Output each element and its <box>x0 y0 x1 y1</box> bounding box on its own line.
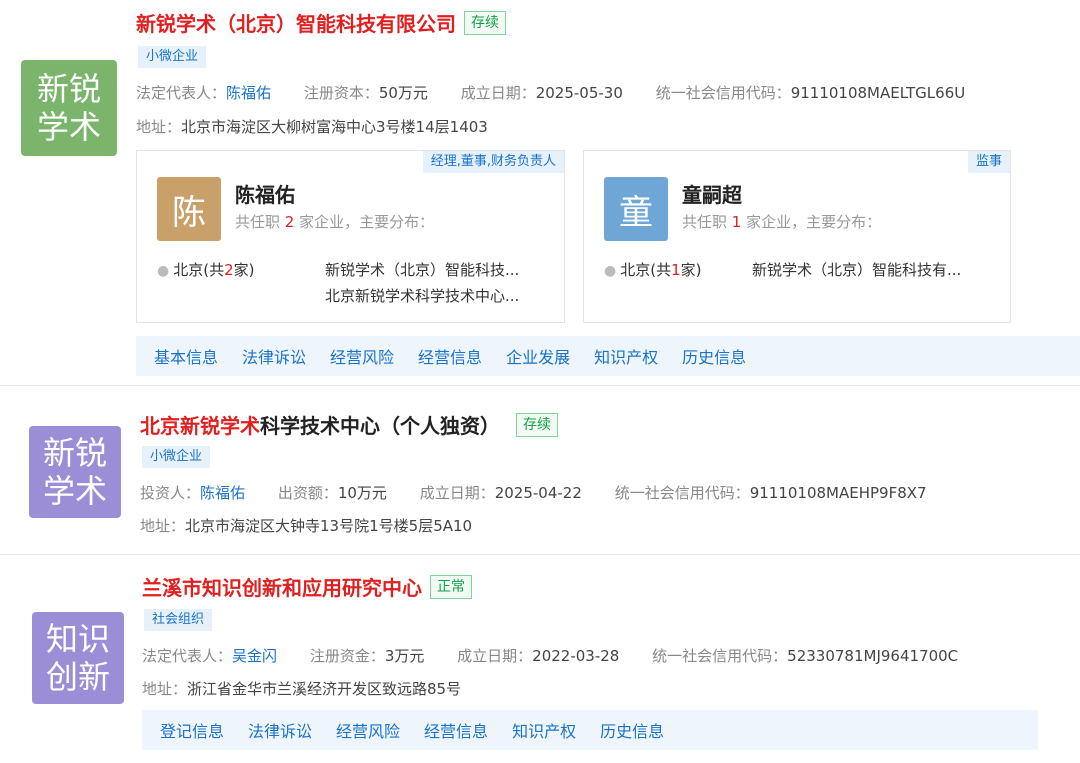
avatar: 陈 <box>157 177 221 241</box>
divider <box>0 554 1080 555</box>
tab-history[interactable]: 历史信息 <box>682 344 746 368</box>
person-count: 共任职 2 家企业，主要分布： <box>235 213 435 231</box>
legal-rep-link[interactable]: 吴金闪 <box>232 647 277 665</box>
company-tag: 小微企业 <box>138 46 207 68</box>
tab-basic-info[interactable]: 基本信息 <box>154 344 218 368</box>
avatar: 童 <box>604 177 668 241</box>
person-company-link[interactable]: 北京新锐学术科学技术中心... <box>325 283 519 309</box>
person-role: 监事 <box>967 151 1010 173</box>
company-name[interactable]: 兰溪市知识创新和应用研究中心 <box>142 572 422 601</box>
person-name[interactable]: 陈福佑 <box>235 179 295 208</box>
tab-legal[interactable]: 法律诉讼 <box>248 718 312 742</box>
company-address: 地址：北京市海淀区大钟寺13号院1号楼5层5A10 <box>140 517 473 535</box>
status-badge: 存续 <box>516 412 558 437</box>
investor-link[interactable]: 陈福佑 <box>200 484 245 502</box>
company-card-3: 知识 创新 兰溪市知识创新和应用研究中心 正常 社会组织 法定代表人：吴金闪 注… <box>0 558 1080 763</box>
company-name[interactable]: 北京新锐学术科学技术中心（个人独资） <box>140 410 500 439</box>
location-pin-icon: ● <box>157 263 170 279</box>
legal-rep-link[interactable]: 陈福佑 <box>226 84 271 102</box>
status-badge: 存续 <box>464 10 506 35</box>
person-company-link[interactable]: 新锐学术（北京）智能科技有... <box>752 257 961 283</box>
person-count: 共任职 1 家企业，主要分布： <box>682 213 882 231</box>
company-tag: 社会组织 <box>144 609 213 631</box>
company-logo: 新锐 学术 <box>21 60 117 156</box>
tab-ip[interactable]: 知识产权 <box>594 344 658 368</box>
company-info-row: 法定代表人：吴金闪 注册资金：3万元 成立日期：2022-03-28 统一社会信… <box>142 647 959 665</box>
location-pin-icon: ● <box>604 263 617 279</box>
company-name-row: 新锐学术（北京）智能科技有限公司 存续 <box>136 8 506 37</box>
company-card-1: 新锐 学术 新锐学术（北京）智能科技有限公司 存续 小微企业 法定代表人：陈福佑… <box>0 0 1080 380</box>
company-name-row: 北京新锐学术科学技术中心（个人独资） 存续 <box>140 410 558 439</box>
company-name[interactable]: 新锐学术（北京）智能科技有限公司 <box>136 8 456 37</box>
tab-risk[interactable]: 经营风险 <box>336 718 400 742</box>
person-location: ● 北京(共1家) <box>604 261 702 279</box>
tab-ip[interactable]: 知识产权 <box>512 718 576 742</box>
tab-legal[interactable]: 法律诉讼 <box>242 344 306 368</box>
tab-operation[interactable]: 经营信息 <box>418 344 482 368</box>
company-name-row: 兰溪市知识创新和应用研究中心 正常 <box>142 572 472 601</box>
company-logo: 知识 创新 <box>32 612 124 704</box>
tab-history[interactable]: 历史信息 <box>600 718 664 742</box>
company-address: 地址：北京市海淀区大柳树富海中心3号楼14层1403 <box>136 118 488 136</box>
tab-risk[interactable]: 经营风险 <box>330 344 394 368</box>
person-name[interactable]: 童嗣超 <box>682 179 742 208</box>
person-location: ● 北京(共2家) <box>157 261 255 279</box>
person-role: 经理,董事,财务负责人 <box>422 151 564 173</box>
divider <box>0 385 1080 386</box>
company-address: 地址：浙江省金华市兰溪经济开发区致远路85号 <box>142 680 462 698</box>
company-info-row: 法定代表人：陈福佑 注册资本：50万元 成立日期：2025-05-30 统一社会… <box>136 84 966 102</box>
company-info-row: 投资人：陈福佑 出资额：10万元 成立日期：2025-04-22 统一社会信用代… <box>140 484 927 502</box>
company-tabs: 基本信息 法律诉讼 经营风险 经营信息 企业发展 知识产权 历史信息 <box>136 336 1080 376</box>
tab-operation[interactable]: 经营信息 <box>424 718 488 742</box>
tab-development[interactable]: 企业发展 <box>506 344 570 368</box>
status-badge: 正常 <box>430 574 472 599</box>
company-tag: 小微企业 <box>142 446 211 468</box>
company-logo: 新锐 学术 <box>29 426 121 518</box>
person-card[interactable]: 经理,董事,财务负责人 陈 陈福佑 共任职 2 家企业，主要分布： ● 北京(共2… <box>136 150 565 323</box>
company-tabs: 登记信息 法律诉讼 经营风险 经营信息 知识产权 历史信息 <box>142 710 1038 750</box>
person-company-link[interactable]: 新锐学术（北京）智能科技... <box>325 257 519 283</box>
person-card[interactable]: 监事 童 童嗣超 共任职 1 家企业，主要分布： ● 北京(共1家) 新锐学术（北… <box>583 150 1011 323</box>
company-card-2: 新锐 学术 北京新锐学术科学技术中心（个人独资） 存续 小微企业 投资人：陈福佑… <box>0 390 1080 550</box>
tab-registration-info[interactable]: 登记信息 <box>160 718 224 742</box>
